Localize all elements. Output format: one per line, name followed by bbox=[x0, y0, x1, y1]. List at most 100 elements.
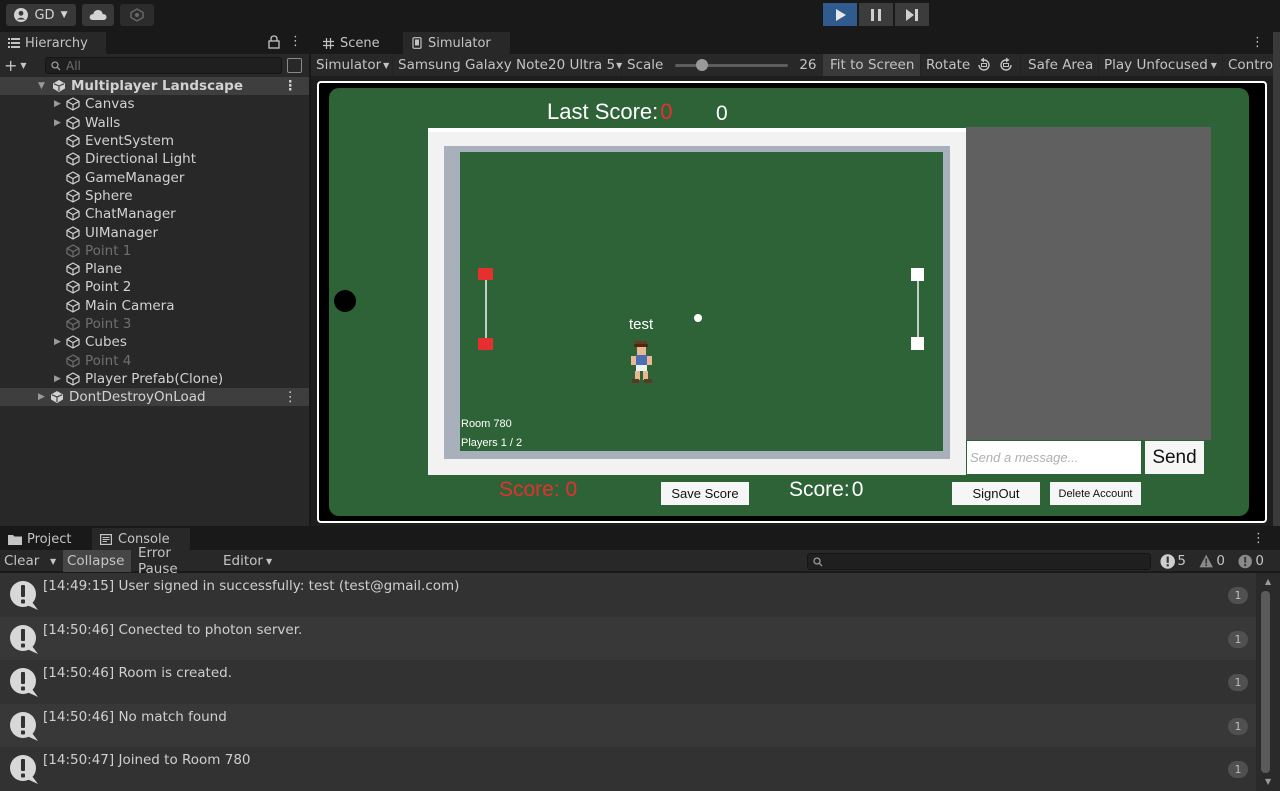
console-log-entry[interactable]: [14:50:46] Room is created. 1 bbox=[0, 660, 1256, 704]
console-log-entry[interactable]: [14:50:47] Joined to Room 780 1 bbox=[0, 747, 1256, 791]
rotate-right-icon[interactable] bbox=[998, 57, 1014, 73]
chevron-right-icon[interactable]: ▶ bbox=[38, 392, 48, 402]
hierarchy-item[interactable]: Directional Light bbox=[0, 150, 309, 168]
search-input[interactable]: All bbox=[66, 59, 81, 73]
console-scrollbar[interactable]: ▲ ▼ bbox=[1256, 573, 1280, 791]
kebab-menu-icon[interactable]: ⋮ bbox=[284, 389, 298, 405]
lock-icon[interactable] bbox=[268, 35, 280, 49]
console-icon bbox=[100, 533, 112, 545]
scale-slider-thumb[interactable] bbox=[695, 59, 708, 71]
hierarchy-item[interactable]: ▶ Canvas bbox=[0, 95, 309, 113]
info-message-icon bbox=[10, 668, 38, 698]
console-search-input[interactable] bbox=[807, 553, 1151, 570]
main-toolbar: GD ▼ bbox=[0, 0, 1280, 30]
account-dropdown[interactable]: GD ▼ bbox=[6, 4, 76, 26]
kebab-menu-icon[interactable]: ⋮ bbox=[1251, 35, 1264, 50]
console-log-entry[interactable]: [14:50:46] No match found 1 bbox=[0, 703, 1256, 748]
scene-visibility-icon[interactable] bbox=[287, 58, 302, 73]
chevron-down-icon[interactable]: ▼ bbox=[38, 81, 48, 91]
hierarchy-item[interactable]: UIManager bbox=[0, 223, 309, 241]
vertical-scrollbar[interactable] bbox=[1273, 32, 1280, 526]
simulator-mode-dropdown[interactable]: Simulator ▼ bbox=[311, 54, 393, 76]
collab-icon bbox=[130, 8, 144, 22]
warning-filter-toggle[interactable]: 0 bbox=[1195, 550, 1229, 572]
chevron-right-icon[interactable]: ▶ bbox=[54, 337, 64, 347]
hierarchy-item[interactable]: ▶ Walls bbox=[0, 114, 309, 132]
create-dropdown[interactable]: + ▼ bbox=[4, 56, 34, 75]
hierarchy-item-label: EventSystem bbox=[85, 133, 175, 150]
step-button[interactable] bbox=[895, 3, 929, 26]
scale-slider[interactable] bbox=[675, 58, 789, 72]
error-filter-toggle[interactable]: 0 bbox=[1234, 550, 1268, 572]
console-scroll-thumb[interactable] bbox=[1261, 591, 1270, 773]
chat-input[interactable]: Send a message... bbox=[967, 441, 1141, 474]
clear-button[interactable]: Clear bbox=[0, 550, 42, 572]
control-dropdown[interactable]: Contro bbox=[1223, 54, 1273, 76]
kebab-menu-icon[interactable]: ⋮ bbox=[1252, 531, 1265, 546]
signout-button[interactable]: SignOut bbox=[952, 482, 1040, 505]
hierarchy-item[interactable]: GameManager bbox=[0, 169, 309, 187]
tab-project[interactable]: Project bbox=[0, 528, 88, 550]
hierarchy-item[interactable]: EventSystem bbox=[0, 132, 309, 150]
hierarchy-item[interactable]: Plane bbox=[0, 260, 309, 278]
play-unfocused-dropdown[interactable]: Play Unfocused ▼ bbox=[1099, 54, 1223, 76]
hierarchy-item[interactable]: Sphere bbox=[0, 187, 309, 205]
gameobject-cube-icon bbox=[66, 262, 80, 276]
unity-scene-icon bbox=[51, 390, 63, 403]
hierarchy-item[interactable]: Point 3 bbox=[0, 315, 309, 333]
hierarchy-item[interactable]: ▶ Player Prefab(Clone) bbox=[0, 370, 309, 388]
arena-field[interactable] bbox=[460, 152, 943, 451]
hierarchy-search[interactable]: All bbox=[45, 57, 282, 74]
dont-destroy-root[interactable]: ▶ DontDestroyOnLoad ⋮ bbox=[0, 387, 309, 407]
hierarchy-item[interactable]: Point 2 bbox=[0, 278, 309, 296]
editor-dropdown[interactable]: Editor ▼ bbox=[219, 550, 279, 572]
error-pause-toggle[interactable]: Error Pause bbox=[134, 545, 218, 577]
console-log-entry[interactable]: [14:50:46] Conected to photon server. 1 bbox=[0, 616, 1256, 661]
player-name-label: test bbox=[629, 316, 654, 333]
log-message: [14:50:47] Joined to Room 780 bbox=[43, 752, 251, 769]
hierarchy-item[interactable]: Main Camera bbox=[0, 297, 309, 315]
collab-button[interactable] bbox=[120, 4, 154, 26]
hierarchy-item[interactable]: Point 4 bbox=[0, 352, 309, 370]
log-count-badge: 1 bbox=[1228, 761, 1248, 779]
log-filter-toggle[interactable]: 5 bbox=[1156, 550, 1190, 572]
chevron-right-icon[interactable]: ▶ bbox=[54, 374, 64, 384]
kebab-menu-icon[interactable]: ⋮ bbox=[289, 35, 302, 50]
scale-value[interactable]: 26 bbox=[799, 57, 816, 73]
chevron-right-icon[interactable]: ▶ bbox=[54, 99, 64, 109]
send-button[interactable]: Send bbox=[1145, 441, 1204, 474]
tab-hierarchy[interactable]: Hierarchy bbox=[0, 32, 106, 54]
save-score-button[interactable]: Save Score bbox=[661, 482, 749, 505]
hierarchy-item[interactable]: ▶ Cubes bbox=[0, 333, 309, 351]
pause-button[interactable] bbox=[859, 3, 893, 26]
tab-scene[interactable]: Scene bbox=[315, 32, 403, 54]
gameobject-cube-icon bbox=[66, 225, 80, 240]
gameobject-cube-icon bbox=[66, 152, 80, 167]
safe-area-button[interactable]: Safe Area bbox=[1021, 54, 1099, 76]
delete-account-button[interactable]: Delete Account bbox=[1050, 482, 1141, 505]
chevron-right-icon[interactable]: ▶ bbox=[54, 118, 64, 128]
score-label: Score: bbox=[789, 478, 850, 501]
hierarchy-item-label: ChatManager bbox=[85, 206, 176, 223]
scroll-up-icon[interactable]: ▲ bbox=[1265, 577, 1271, 586]
simulator-tabbar: Scene Simulator ⋮ bbox=[311, 32, 1280, 54]
hierarchy-item[interactable]: ChatManager bbox=[0, 205, 309, 223]
cloud-button[interactable] bbox=[82, 4, 114, 26]
save-score-label: Save Score bbox=[671, 486, 739, 501]
fit-to-screen-button[interactable]: Fit to Screen bbox=[823, 54, 921, 76]
console-log-entry[interactable]: [14:49:15] User signed in successfully: … bbox=[0, 573, 1256, 617]
kebab-menu-icon[interactable]: ⋮ bbox=[284, 78, 298, 94]
play-button[interactable] bbox=[823, 3, 857, 26]
device-dropdown[interactable]: Samsung Galaxy Note20 Ultra 5 ▼ bbox=[393, 54, 622, 76]
warning-count: 0 bbox=[1216, 553, 1225, 569]
last-score-value: 0 bbox=[660, 99, 673, 124]
clear-options-dropdown[interactable]: ▼ bbox=[42, 550, 62, 572]
rotate-left-icon[interactable] bbox=[976, 57, 992, 73]
hierarchy-item[interactable]: Point 1 bbox=[0, 242, 309, 260]
hierarchy-item-label: Point 1 bbox=[85, 242, 132, 259]
scene-root[interactable]: ▼ Multiplayer Landscape ⋮ bbox=[0, 77, 309, 96]
tab-simulator[interactable]: Simulator bbox=[403, 32, 510, 54]
collapse-toggle[interactable]: Collapse bbox=[63, 550, 131, 572]
unity-scene-icon bbox=[53, 80, 65, 93]
scroll-down-icon[interactable]: ▼ bbox=[1265, 777, 1271, 786]
